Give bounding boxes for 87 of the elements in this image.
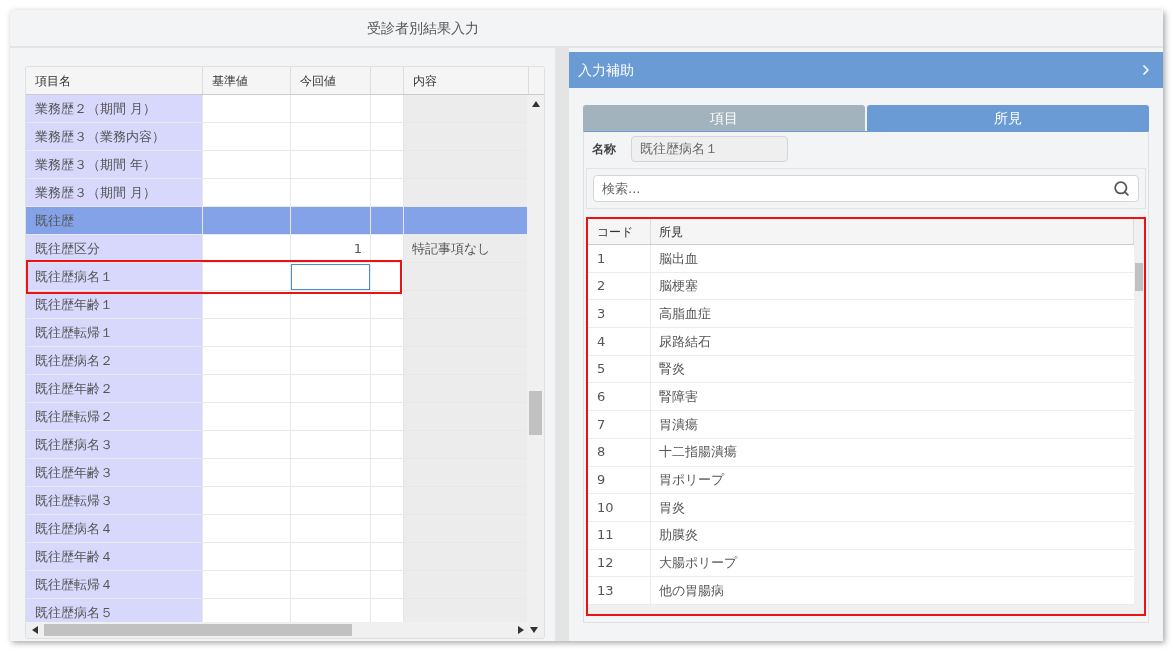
scroll-right-icon[interactable] <box>518 626 524 634</box>
scrollbar-thumb[interactable] <box>529 391 542 435</box>
item-name-cell: 既往歴年齢４ <box>26 543 203 571</box>
finding-cell-text: 脳出血 <box>658 249 699 268</box>
code-cell: 9 <box>588 466 651 494</box>
item-name-cell: 既往歴転帰１ <box>26 319 203 347</box>
search-icon[interactable] <box>1113 180 1130 197</box>
item-name-cell: 既往歴病名１ <box>26 263 203 291</box>
item-name-cell: 既往歴区分 <box>26 235 203 263</box>
value-input[interactable] <box>291 263 370 290</box>
panel-title: 入力補助 <box>578 60 634 80</box>
scroll-left-icon[interactable] <box>32 626 38 634</box>
code-cell: 11 <box>588 521 651 549</box>
finding-row[interactable]: 1 脳出血 <box>588 245 1134 273</box>
item-name-cell: 既往歴年齢３ <box>26 459 203 487</box>
column-header[interactable]: コード <box>588 219 651 244</box>
item-name-cell: 既往歴転帰３ <box>26 487 203 515</box>
finding-row[interactable]: 6 腎障害 <box>588 383 1134 412</box>
finding-cell-text: 脳梗塞 <box>658 277 699 296</box>
scroll-up-icon[interactable] <box>531 101 540 107</box>
table-cell: 1 <box>291 235 371 263</box>
scrollbar-thumb[interactable] <box>44 624 352 636</box>
finding-cell-text: 高脂血症 <box>658 304 712 323</box>
item-name-cell: 業務歴３（期間 年） <box>26 151 203 179</box>
finding-row[interactable]: 10 胃炎 <box>588 494 1134 522</box>
scroll-down-icon[interactable] <box>530 627 538 633</box>
code-cell: 7 <box>588 411 651 438</box>
finding-cell-text: 腎炎 <box>658 360 686 379</box>
finding-cell-text: 大腸ポリープ <box>658 554 739 573</box>
item-name-cell: 既往歴 <box>26 207 203 235</box>
code-cell: 8 <box>588 438 651 466</box>
item-name-cell: 業務歴２（期間 月） <box>26 95 203 123</box>
code-cell: 12 <box>588 549 651 577</box>
item-name-cell: 既往歴病名５ <box>26 599 203 622</box>
horizontal-scrollbar[interactable] <box>588 604 1144 614</box>
column-header[interactable]: 基準値 <box>203 67 291 94</box>
column-header[interactable]: 今回値 <box>291 67 371 94</box>
item-name-cell: 業務歴３（期間 月） <box>26 179 203 207</box>
name-field: 既往歴病名１ <box>631 136 788 162</box>
finding-cell-text: 十二指腸潰瘍 <box>658 443 738 462</box>
code-cell: 13 <box>588 577 651 604</box>
finding-cell-text: 胃炎 <box>658 498 686 517</box>
search-field[interactable]: 検索... <box>593 175 1139 202</box>
finding-cell-text: 肋膜炎 <box>658 526 699 545</box>
item-name-cell: 既往歴年齢２ <box>26 375 203 403</box>
item-name-cell: 既往歴転帰４ <box>26 571 203 599</box>
code-cell: 4 <box>588 328 651 355</box>
splitter[interactable] <box>555 48 569 641</box>
finding-row[interactable]: 7 胃潰瘍 <box>588 411 1134 439</box>
finding-row[interactable]: 13 他の胃腸病 <box>588 577 1134 605</box>
finding-row[interactable]: 12 大腸ポリープ <box>588 549 1134 578</box>
finding-cell-text: 胃潰瘍 <box>658 415 699 434</box>
content-cell: 特記事項なし <box>404 235 528 263</box>
finding-row[interactable]: 11 肋膜炎 <box>588 521 1134 550</box>
item-name-cell: 既往歴年齢１ <box>26 291 203 319</box>
finding-row[interactable]: 2 脳梗塞 <box>588 272 1134 301</box>
finding-cell-text: 胃ポリープ <box>658 471 726 490</box>
item-name-cell: 既往歴病名３ <box>26 431 203 459</box>
finding-cell-text: 他の胃腸病 <box>658 581 725 600</box>
finding-cell-text: 腎障害 <box>658 388 699 407</box>
horizontal-scrollbar[interactable] <box>26 622 544 638</box>
code-cell: 6 <box>588 383 651 411</box>
column-header[interactable]: 項目名 <box>26 67 203 94</box>
window-title: 受診者別結果入力 <box>367 18 479 38</box>
name-label: 名称 <box>592 141 616 158</box>
item-name-cell: 既往歴病名４ <box>26 515 203 543</box>
table-cell <box>371 291 404 319</box>
finding-row[interactable]: 9 胃ポリープ <box>588 466 1134 495</box>
table-cell <box>371 235 404 263</box>
code-cell: 5 <box>588 355 651 383</box>
table-cell <box>371 179 404 207</box>
code-cell: 10 <box>588 494 651 521</box>
column-header[interactable]: 内容 <box>404 67 529 94</box>
code-cell: 1 <box>588 245 651 272</box>
item-name-cell: 既往歴病名２ <box>26 347 203 375</box>
finding-row[interactable]: 4 尿路結石 <box>588 328 1134 356</box>
item-name-cell: 業務歴３（業務内容） <box>26 123 203 151</box>
scrollbar-thumb[interactable] <box>1135 263 1143 291</box>
finding-row[interactable]: 5 腎炎 <box>588 355 1134 384</box>
finding-row[interactable]: 3 高脂血症 <box>588 300 1134 329</box>
finding-cell-text: 尿路結石 <box>658 332 712 351</box>
code-cell: 2 <box>588 272 651 300</box>
table-cell <box>371 207 404 235</box>
vertical-scrollbar[interactable] <box>1134 219 1144 605</box>
code-cell: 3 <box>588 300 651 328</box>
item-name-cell: 既往歴転帰２ <box>26 403 203 431</box>
finding-row[interactable]: 8 十二指腸潰瘍 <box>588 438 1134 467</box>
